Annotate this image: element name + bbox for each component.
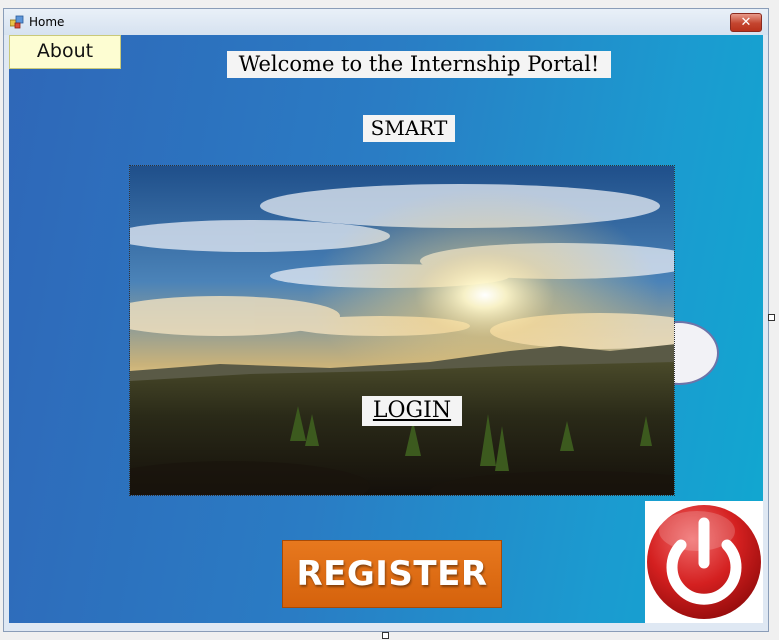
power-button[interactable] [645, 501, 763, 623]
power-icon [647, 505, 761, 619]
resize-handle-right[interactable] [768, 314, 775, 321]
welcome-label: Welcome to the Internship Portal! [227, 51, 611, 78]
form-client-area: About Welcome to the Internship Portal! … [9, 35, 763, 623]
close-icon: ✕ [740, 15, 752, 30]
window-title: Home [29, 15, 65, 29]
sunset-landscape-image [129, 165, 675, 496]
close-button[interactable]: ✕ [730, 13, 762, 32]
smart-label: SMART [363, 115, 455, 142]
register-button[interactable]: REGISTER [282, 540, 502, 608]
title-bar[interactable]: Home ✕ [4, 9, 768, 35]
resize-handle-bottom[interactable] [382, 632, 389, 639]
app-form-icon [10, 15, 24, 29]
home-window: Home ✕ About Welcome to the Internship P… [3, 8, 769, 632]
login-link[interactable]: LOGIN [362, 396, 462, 426]
about-button[interactable]: About [9, 35, 121, 69]
